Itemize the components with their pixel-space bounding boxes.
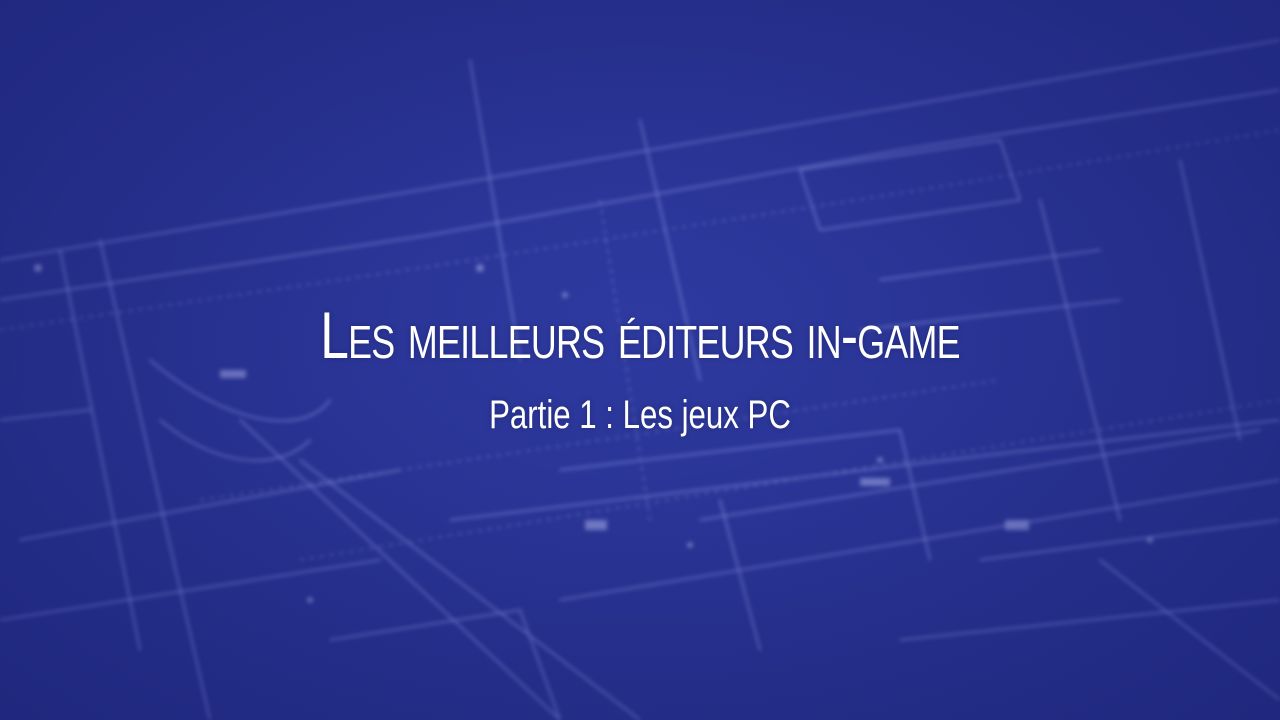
slide-subtitle: Partie 1 : Les jeux PC <box>489 393 791 437</box>
slide-title: Les meilleurs éditeurs in-game <box>320 298 960 372</box>
title-slide: Les meilleurs éditeurs in-game Partie 1 … <box>0 0 1280 720</box>
